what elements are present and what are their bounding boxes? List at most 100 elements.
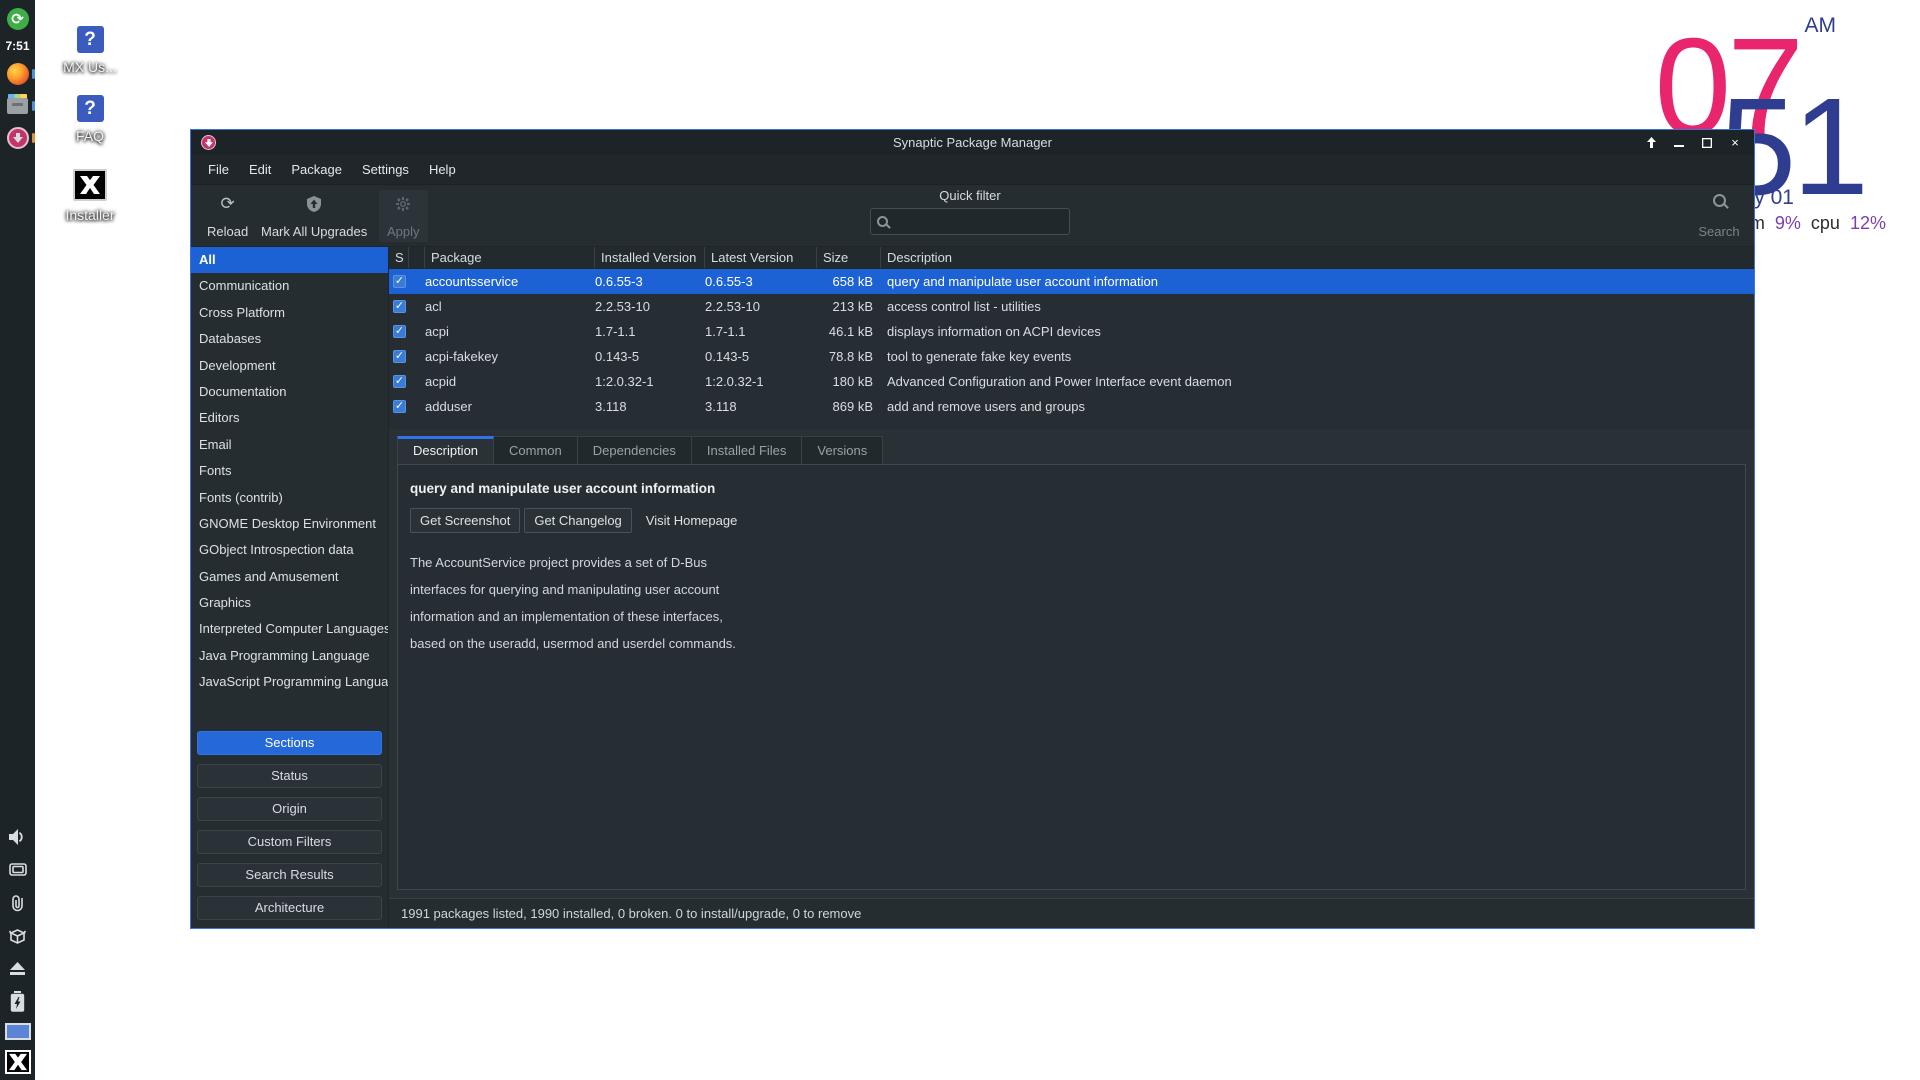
sidebar-item-fonts[interactable]: Fonts [191,458,388,484]
sidebar-item-javascript[interactable]: JavaScript Programming Language [191,669,388,695]
question-mark-icon: ? [77,26,104,53]
reload-button[interactable]: ⟳ Reload [199,190,256,242]
section-list: All Communication Cross Platform Databas… [191,247,388,696]
taskbar-clock: 7:51 [5,39,29,53]
sidebar-buttons: Sections Status Origin Custom Filters Se… [191,731,388,928]
synaptic-app-icon [201,135,216,150]
workspace-switcher[interactable] [5,1023,31,1040]
quick-filter-box[interactable] [870,208,1070,235]
firefox-icon[interactable] [6,62,29,85]
titlebar[interactable]: Synaptic Package Manager × [191,130,1754,155]
checkbox-checked[interactable]: ✓ [393,325,406,338]
menu-package[interactable]: Package [281,155,352,184]
table-row[interactable]: ✓ adduser 3.118 3.118 869 kB add and rem… [389,394,1754,419]
menubar: File Edit Package Settings Help [191,155,1754,185]
tab-common[interactable]: Common [494,436,578,464]
shortcut-installer[interactable]: Installer [45,169,135,223]
sidebar-item-communication[interactable]: Communication [191,273,388,299]
sidebar-item-editors[interactable]: Editors [191,405,388,431]
search-results-button[interactable]: Search Results [197,863,382,887]
origin-button[interactable]: Origin [197,797,382,821]
details-notebook: Description Common Dependencies Installe… [389,429,1754,898]
sidebar-item-gobject[interactable]: GObject Introspection data [191,537,388,563]
menu-settings[interactable]: Settings [352,155,419,184]
shortcut-label: MX Us... [63,59,117,75]
mark-all-upgrades-button[interactable]: Mark All Upgrades [253,190,375,242]
status-button[interactable]: Status [197,764,382,788]
sidebar-item-gnome[interactable]: GNOME Desktop Environment [191,511,388,537]
sections-button[interactable]: Sections [197,731,382,755]
shield-up-icon [307,194,321,214]
checkbox-checked[interactable]: ✓ [393,300,406,313]
get-screenshot-button[interactable]: Get Screenshot [410,508,520,533]
search-icon [1713,194,1726,207]
checkbox-checked[interactable]: ✓ [393,400,406,413]
sidebar-item-databases[interactable]: Databases [191,326,388,352]
maximize-button[interactable] [1696,134,1718,152]
table-header[interactable]: S Package Installed Version Latest Versi… [389,247,1754,269]
volume-icon[interactable] [6,825,29,848]
sidebar-item-development[interactable]: Development [191,353,388,379]
col-s: S [389,247,409,268]
package-box-icon[interactable] [6,924,29,947]
table-row[interactable]: ✓ acpi-fakekey 0.143-5 0.143-5 78.8 kB t… [389,344,1754,369]
tab-dependencies[interactable]: Dependencies [578,436,692,464]
sidebar-item-cross-platform[interactable]: Cross Platform [191,300,388,326]
update-manager-icon[interactable]: ⟳ [6,7,29,30]
menu-edit[interactable]: Edit [239,155,281,184]
checkbox-checked[interactable]: ✓ [393,350,406,363]
sidebar-item-all[interactable]: All [191,247,388,273]
package-description: The AccountService project provides a se… [410,549,1745,657]
close-button[interactable]: × [1724,134,1746,152]
mx-menu-icon[interactable] [5,1050,31,1074]
sidebar-item-interpreted-languages[interactable]: Interpreted Computer Languages [191,616,388,642]
quick-filter-input[interactable] [893,214,1053,229]
taskbar: ⟳ 7:51 [0,0,35,1080]
shortcut-faq[interactable]: ? FAQ [45,95,135,144]
table-row[interactable]: ✓ accountsservice 0.6.55-3 0.6.55-3 658 … [389,269,1754,294]
sidebar-item-fonts-contrib[interactable]: Fonts (contrib) [191,485,388,511]
checkbox-checked[interactable]: ✓ [393,275,406,288]
package-summary: query and manipulate user account inform… [410,481,1745,496]
menu-help[interactable]: Help [419,155,466,184]
menu-file[interactable]: File [198,155,239,184]
tab-versions[interactable]: Versions [802,436,883,464]
synaptic-window: Synaptic Package Manager × File Edit Pac… [190,129,1755,929]
eject-icon[interactable] [6,957,29,980]
sidebar-item-graphics[interactable]: Graphics [191,590,388,616]
display-icon[interactable] [6,858,29,881]
shortcut-label: Installer [65,207,114,223]
paperclip-icon[interactable] [6,891,29,914]
tab-description[interactable]: Description [397,436,494,464]
table-row[interactable]: ✓ acpid 1:2.0.32-1 1:2.0.32-1 180 kB Adv… [389,369,1754,394]
minimize-button[interactable] [1668,134,1690,152]
architecture-button[interactable]: Architecture [197,896,382,920]
tab-installed-files[interactable]: Installed Files [692,436,802,464]
file-manager-icon[interactable] [6,94,29,117]
col-description: Description [881,247,1754,268]
col-package: Package [425,247,595,268]
col-installed: Installed Version [595,247,705,268]
mx-logo-icon [73,169,107,201]
table-row[interactable]: ✓ acpi 1.7-1.1 1.7-1.1 46.1 kB displays … [389,319,1754,344]
visit-homepage-link[interactable]: Visit Homepage [636,509,748,532]
window-title: Synaptic Package Manager [191,135,1754,150]
details-tabs: Description Common Dependencies Installe… [397,436,1746,464]
apply-button[interactable]: Apply [379,190,428,242]
question-mark-icon: ? [77,95,104,122]
table-row[interactable]: ✓ acl 2.2.53-10 2.2.53-10 213 kB access … [389,294,1754,319]
quick-filter-label: Quick filter [870,188,1070,203]
search-button[interactable]: Search [1688,190,1750,242]
sidebar-item-games[interactable]: Games and Amusement [191,564,388,590]
checkbox-checked[interactable]: ✓ [393,375,406,388]
custom-filters-button[interactable]: Custom Filters [197,830,382,854]
gear-check-icon [396,194,410,214]
battery-icon[interactable] [6,990,29,1013]
get-changelog-button[interactable]: Get Changelog [524,508,631,533]
sidebar-item-java[interactable]: Java Programming Language [191,643,388,669]
sidebar-item-email[interactable]: Email [191,432,388,458]
shortcut-mx-users[interactable]: ? MX Us... [45,26,135,75]
sidebar-item-documentation[interactable]: Documentation [191,379,388,405]
synaptic-icon[interactable] [6,126,29,149]
shade-button[interactable] [1640,134,1662,152]
